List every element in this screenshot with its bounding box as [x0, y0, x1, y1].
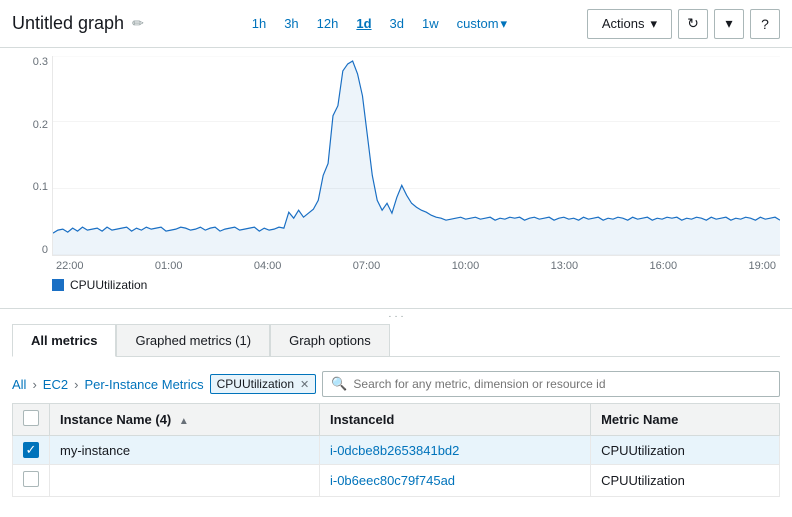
- chart-wrapper: [52, 56, 780, 256]
- time-1h[interactable]: 1h: [248, 14, 270, 33]
- table-header-row: Instance Name (4) ▲ InstanceId Metric Na…: [13, 404, 780, 436]
- help-button[interactable]: ?: [750, 9, 780, 39]
- time-controls: 1h 3h 12h 1d 3d 1w custom ▾: [248, 14, 511, 34]
- x-label-1900: 19:00: [748, 260, 776, 272]
- graph-area: 0.3 0.2 0.1 0 22:00 01:00 04:00 07:00: [0, 48, 792, 308]
- actions-button[interactable]: Actions ▾: [587, 9, 672, 39]
- search-icon: 🔍: [331, 376, 347, 392]
- y-label-01: 0.1: [33, 181, 48, 193]
- col-header-check: [13, 404, 50, 436]
- legend-label: CPUUtilization: [70, 278, 147, 292]
- graph-title-container: Untitled graph ✏: [12, 13, 172, 34]
- filter-tag: CPUUtilization ✕: [210, 374, 317, 394]
- col-header-metric-name: Metric Name: [591, 404, 780, 436]
- x-label-1300: 13:00: [551, 260, 579, 272]
- x-label-0400: 04:00: [254, 260, 282, 272]
- x-label-1000: 10:00: [452, 260, 480, 272]
- row1-checkbox[interactable]: ✓: [23, 442, 39, 458]
- time-12h[interactable]: 12h: [313, 14, 343, 33]
- select-all-checkbox[interactable]: [23, 410, 39, 426]
- edit-icon[interactable]: ✏: [132, 15, 144, 32]
- time-3d[interactable]: 3d: [386, 14, 408, 33]
- row1-check-cell[interactable]: ✓: [13, 436, 50, 465]
- actions-chevron-icon: ▾: [650, 16, 657, 32]
- row1-instance-name: my-instance: [50, 436, 320, 465]
- filter-all[interactable]: All: [12, 377, 26, 392]
- custom-chevron-icon: ▾: [501, 16, 508, 32]
- y-label-03: 0.3: [33, 56, 48, 68]
- filter-sep-2: ›: [74, 377, 78, 392]
- search-input[interactable]: [353, 377, 771, 391]
- header-actions: Actions ▾ ↻ ▾ ?: [587, 9, 780, 39]
- time-3h[interactable]: 3h: [280, 14, 302, 33]
- graph-title: Untitled graph: [12, 13, 124, 34]
- metrics-table: Instance Name (4) ▲ InstanceId Metric Na…: [12, 403, 780, 497]
- y-axis: 0.3 0.2 0.1 0: [12, 56, 52, 256]
- time-1d[interactable]: 1d: [352, 14, 375, 33]
- x-label-0100: 01:00: [155, 260, 183, 272]
- col-header-instance-id: InstanceId: [319, 404, 590, 436]
- filter-sep-1: ›: [32, 377, 36, 392]
- x-label-1600: 16:00: [650, 260, 678, 272]
- tab-graph-options[interactable]: Graph options: [270, 324, 390, 357]
- tabs: All metrics Graphed metrics (1) Graph op…: [12, 324, 780, 357]
- time-1w[interactable]: 1w: [418, 14, 443, 33]
- filter-search[interactable]: 🔍: [322, 371, 780, 397]
- legend-color-swatch: [52, 279, 64, 291]
- help-icon: ?: [761, 16, 769, 32]
- row2-metric-name: CPUUtilization: [591, 465, 780, 497]
- sort-icon: ▲: [179, 416, 189, 427]
- filter-tag-close-icon[interactable]: ✕: [300, 378, 309, 391]
- refresh-button[interactable]: ↻: [678, 9, 708, 39]
- y-label-0: 0: [42, 244, 48, 256]
- filter-ec2[interactable]: EC2: [43, 377, 68, 392]
- row1-instance-id: i-0dcbe8b2653841bd2: [319, 436, 590, 465]
- tab-graphed-metrics[interactable]: Graphed metrics (1): [116, 324, 270, 357]
- header: Untitled graph ✏ 1h 3h 12h 1d 3d 1w cust…: [0, 0, 792, 48]
- graph-container: 0.3 0.2 0.1 0 22:00 01:00 04:00 07:00: [12, 56, 780, 276]
- metrics-content: All › EC2 › Per-Instance Metrics CPUUtil…: [0, 357, 792, 505]
- time-custom[interactable]: custom ▾: [453, 14, 511, 34]
- row1-metric-name: CPUUtilization: [591, 436, 780, 465]
- chart-svg: [53, 56, 780, 255]
- row2-checkbox[interactable]: [23, 471, 39, 487]
- filter-bar: All › EC2 › Per-Instance Metrics CPUUtil…: [12, 365, 780, 403]
- x-label-0700: 07:00: [353, 260, 381, 272]
- row2-instance-name: [50, 465, 320, 497]
- row2-instance-id: i-0b6eec80c79f745ad: [319, 465, 590, 497]
- row2-check-cell[interactable]: [13, 465, 50, 497]
- dropdown-button[interactable]: ▾: [714, 9, 744, 39]
- refresh-icon: ↻: [687, 15, 699, 32]
- filter-tag-text: CPUUtilization: [217, 377, 294, 391]
- collapse-handle[interactable]: · · ·: [12, 309, 780, 324]
- col-header-instance-name[interactable]: Instance Name (4) ▲: [50, 404, 320, 436]
- x-axis: 22:00 01:00 04:00 07:00 10:00 13:00 16:0…: [52, 256, 780, 276]
- dropdown-icon: ▾: [725, 15, 732, 32]
- table-row: i-0b6eec80c79f745ad CPUUtilization: [13, 465, 780, 497]
- tabs-area: · · · All metrics Graphed metrics (1) Gr…: [0, 308, 792, 357]
- tab-all-metrics[interactable]: All metrics: [12, 324, 116, 357]
- x-label-2200: 22:00: [56, 260, 84, 272]
- legend: CPUUtilization: [12, 276, 780, 296]
- filter-per-instance[interactable]: Per-Instance Metrics: [84, 377, 203, 392]
- y-label-02: 0.2: [33, 119, 48, 131]
- table-row: ✓ my-instance i-0dcbe8b2653841bd2 CPUUti…: [13, 436, 780, 465]
